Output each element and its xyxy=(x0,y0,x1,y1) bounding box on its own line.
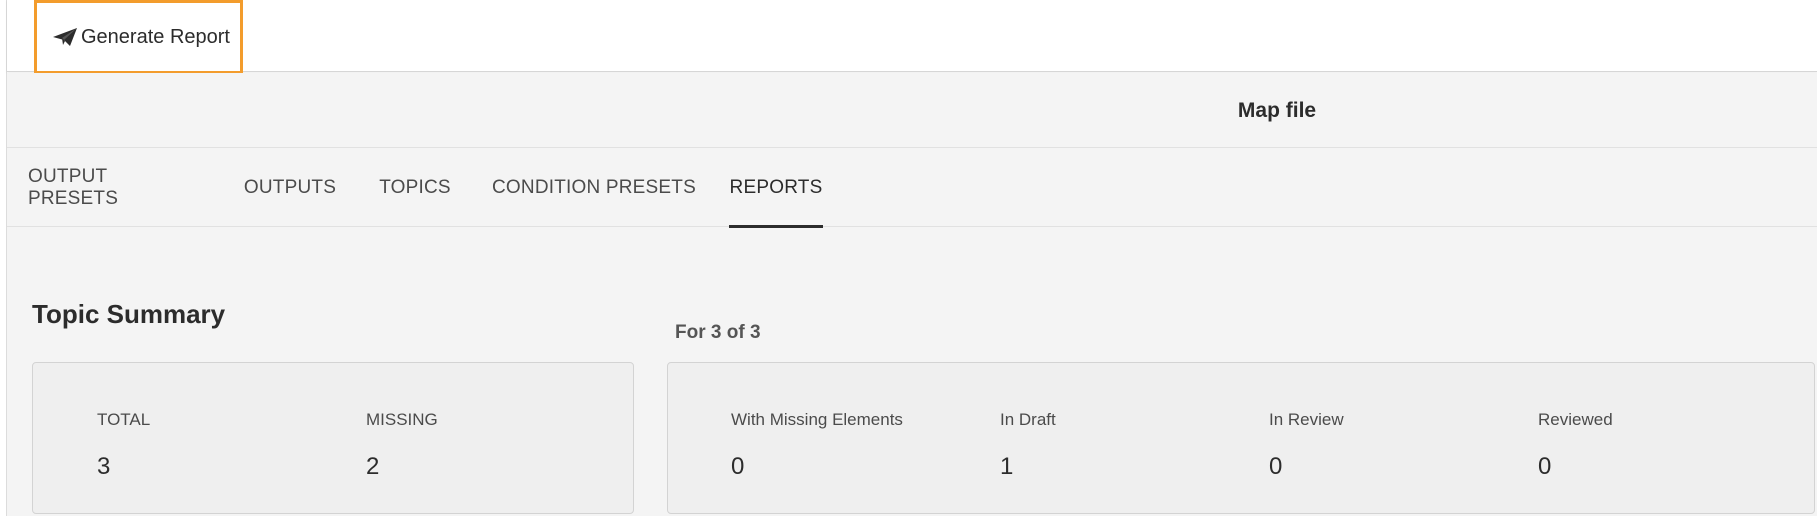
topic-summary-card: TOTAL 3 MISSING 2 xyxy=(32,362,634,514)
app-frame: Generate Report Map file OUTPUT PRESETS … xyxy=(6,0,1817,516)
stat-value: 2 xyxy=(366,453,380,480)
tab-label: CONDITION PRESETS xyxy=(492,177,696,198)
tab-outputs[interactable]: OUTPUTS xyxy=(240,149,340,227)
status-summary-card: With Missing Elements 0 In Draft 1 In Re… xyxy=(667,362,1815,514)
stat-label: With Missing Elements xyxy=(731,410,903,429)
tab-topics[interactable]: TOPICS xyxy=(379,149,451,227)
tab-condition-presets[interactable]: CONDITION PRESETS xyxy=(491,149,697,227)
generate-report-button[interactable]: Generate Report xyxy=(34,0,243,74)
main-panel: Map file OUTPUT PRESETS OUTPUTS TOPICS C… xyxy=(7,73,1817,516)
stat-value: 3 xyxy=(97,453,111,480)
tab-label: OUTPUT PRESETS xyxy=(28,166,119,209)
stat-label: In Draft xyxy=(1000,410,1056,429)
tab-reports[interactable]: REPORTS xyxy=(729,149,823,228)
stat-value: 0 xyxy=(1538,453,1552,480)
topic-summary-title: Topic Summary xyxy=(32,299,226,329)
top-toolbar: Generate Report xyxy=(7,0,1817,74)
stat-label: Reviewed xyxy=(1538,410,1613,429)
tab-label: TOPICS xyxy=(379,177,451,198)
scope-label: For 3 of 3 xyxy=(675,322,761,343)
stat-value: 1 xyxy=(1000,453,1014,480)
page-title: Map file xyxy=(1237,99,1317,122)
stat-value: 0 xyxy=(1269,453,1283,480)
stat-label: TOTAL xyxy=(97,410,151,429)
generate-report-label: Generate Report xyxy=(81,25,230,48)
tab-label: OUTPUTS xyxy=(243,177,337,198)
stat-label: In Review xyxy=(1269,410,1344,429)
stat-value: 0 xyxy=(731,453,745,480)
tab-bar: OUTPUT PRESETS OUTPUTS TOPICS CONDITION … xyxy=(7,149,1817,228)
stat-label: MISSING xyxy=(366,410,438,429)
tab-label: REPORTS xyxy=(729,177,823,198)
map-header: Map file xyxy=(7,73,1817,148)
paper-plane-icon xyxy=(53,28,77,46)
tab-output-presets[interactable]: OUTPUT PRESETS xyxy=(28,149,198,227)
